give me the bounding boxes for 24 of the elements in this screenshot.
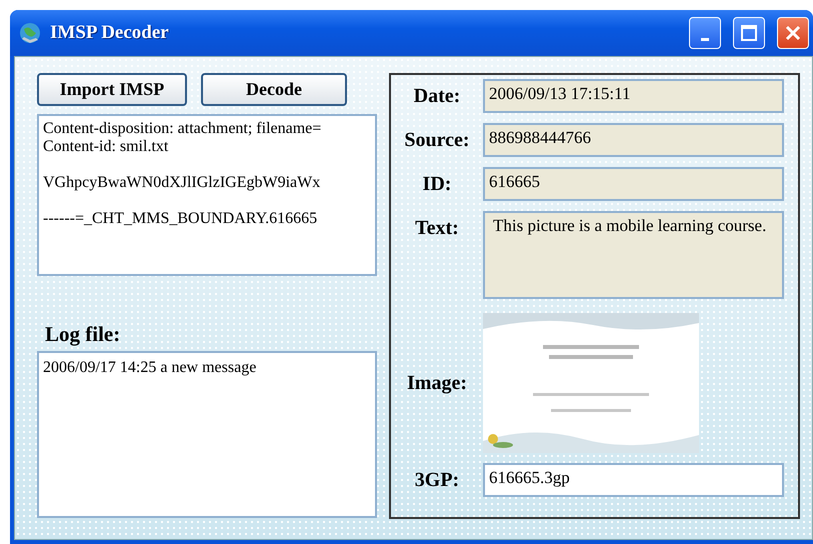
text-area[interactable]: This picture is a mobile learning course. xyxy=(483,211,784,299)
input-field[interactable]: 616665 xyxy=(483,167,784,201)
minimize-icon xyxy=(701,38,709,40)
content-text-area[interactable]: Content-disposition: attachment; filename= Content-id: smil.txt VGhpcyBwaWN0dXJlIGlzIGEgbW9iaWx ------=_CHT_MMS_BOUNDARY.616665 xyxy=(37,114,377,276)
field-label: Text: xyxy=(414,217,460,240)
window-title: IMSP Decoder xyxy=(50,22,170,44)
maximize-button[interactable] xyxy=(733,17,765,49)
close-button[interactable] xyxy=(777,17,809,49)
import-button[interactable]: Import IMSP xyxy=(37,73,187,106)
field-label: 3GP: xyxy=(414,468,460,492)
input-field[interactable]: 886988444766 xyxy=(483,123,784,157)
log-label: Log file: xyxy=(45,322,122,347)
decode-button[interactable]: Decode xyxy=(201,73,347,106)
field-label: ID: xyxy=(422,172,452,196)
input-field[interactable]: 616665.3gp xyxy=(483,463,784,497)
log-text-area[interactable]: 2006/09/17 14:25 a new message xyxy=(37,351,377,518)
field-label: Image: xyxy=(406,372,468,394)
field-label: Date: xyxy=(412,84,462,108)
globe-icon xyxy=(18,21,42,45)
minimize-button[interactable] xyxy=(689,17,721,49)
input-field[interactable]: 2006/09/13 17:15:11 xyxy=(483,79,784,113)
field-label: Source: xyxy=(403,128,471,152)
maximize-icon xyxy=(741,25,757,41)
close-icon xyxy=(785,25,801,41)
